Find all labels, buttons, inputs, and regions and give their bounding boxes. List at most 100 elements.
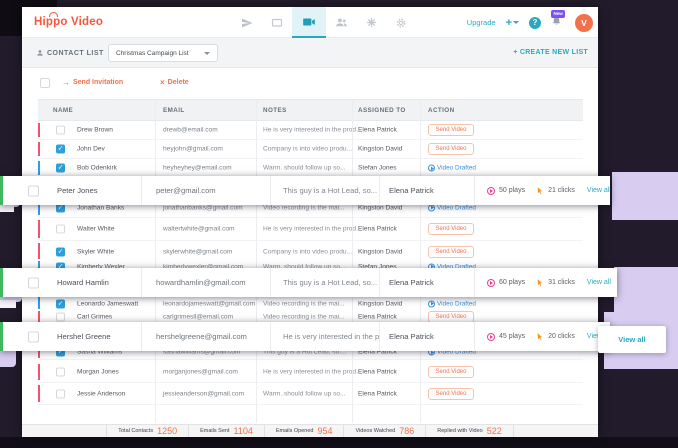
view-all-link[interactable]: View all [587,187,610,194]
contact-name: Leonardo Jameswatt [77,300,138,307]
upgrade-link[interactable]: Upgrade [467,18,496,27]
screen-icon[interactable] [262,7,292,38]
contact-notes: Video recording is the mai... [263,204,345,211]
help-button[interactable]: ? [529,17,541,29]
app-window: Hippo Video [22,7,598,437]
highlighted-contact-row[interactable]: Howard Hamlin howardhamlin@gmail.com Thi… [0,268,617,297]
row-checkbox[interactable] [56,299,65,308]
sub-header: CONTACT LIST Christmas Campaign List + C… [22,38,598,68]
play-circle-icon [428,204,435,211]
table-row[interactable]: Morgan Jones morganjones@gmail.com He is… [38,362,583,383]
table-row[interactable]: Jessie Anderson jessieanderson@gmail.com… [38,383,583,405]
plays-count: 45 plays [499,333,525,340]
table-row[interactable]: John Dev heyjohn@gmail.com Company is in… [38,140,583,159]
contact-notes: Company is into video produ... [263,249,352,256]
plays-icon [487,187,495,195]
send-video-button[interactable]: Send Video [428,246,474,258]
contacts-icon[interactable] [326,7,356,38]
contact-name: Skyler White [77,249,114,256]
contact-email: jonathanbanks@gmail.com [163,204,243,211]
row-checkbox[interactable] [28,277,39,288]
contact-notes: Warm..should follow up so... [263,390,346,397]
stat-replied-with-video: Replied with Video522 [426,425,514,437]
contact-assigned-to: Elena Patrick [380,322,475,351]
hippo-video-logo[interactable]: Hippo Video [34,16,103,28]
contact-notes: He is very interested in the prod... [263,369,362,376]
send-video-button[interactable]: Send Video [428,311,474,323]
video-camera-icon[interactable] [292,7,326,38]
row-checkbox[interactable] [28,331,39,342]
contact-name: Jonathan Banks [77,204,124,211]
clicks-icon [535,332,544,341]
contact-notes: This guy is a Hot Lead, so... [271,176,380,205]
row-checkbox[interactable] [56,248,65,257]
clicks-count: 20 clicks [548,333,575,340]
row-checkbox[interactable] [56,126,65,135]
contact-assigned-to: Stefan Jones [358,165,397,172]
contact-email: howardhamlin@gmail.com [142,268,271,297]
contact-name: Hershel Greene [57,332,111,341]
campaign-list-select[interactable]: Christmas Campaign List [108,44,218,62]
send-video-button[interactable]: Send Video [428,223,474,235]
contact-email: morganjones@gmail.com [163,369,238,376]
header-right-cluster: Upgrade + ? New V [467,7,593,38]
row-checkbox[interactable] [56,145,65,154]
notifications-bell[interactable]: New [551,15,565,31]
row-checkbox[interactable] [56,368,65,377]
contact-notes: He is very interested in the prod... [263,127,362,134]
delete-button[interactable]: ×Delete [160,79,189,86]
row-checkbox[interactable] [56,225,65,234]
column-divider [420,99,421,423]
contact-assigned-to: Elena Patrick [380,268,475,297]
contact-name: Drew Brown [77,127,113,134]
contact-email: peter@gmail.com [142,176,271,205]
new-badge: New [551,10,565,18]
send-video-button[interactable]: Send Video [428,388,474,400]
contact-name: Jessie Anderson [77,390,125,397]
stat-total-contacts: Total Contacts1250 [106,425,189,437]
integrations-icon[interactable] [356,7,386,38]
contact-name: Walter White [77,226,115,233]
contact-assigned-to: Elena Patrick [380,176,475,205]
clicks-icon [535,186,544,195]
background-fragment [0,205,14,212]
highlighted-contact-row[interactable]: Peter Jones peter@gmail.com This guy is … [0,176,610,205]
clicks-count: 21 clicks [548,187,575,194]
contact-name: John Dev [77,146,105,153]
contact-assigned-to: Elena Patrick [358,127,397,134]
video-drafted-link[interactable]: Video Drafted [428,300,476,307]
background-fragment [612,172,678,220]
user-avatar[interactable]: V [575,14,593,32]
contact-assigned-to: Elena Patrick [358,390,397,397]
hippo-icon [49,12,58,17]
view-all-link[interactable]: View all [587,279,611,286]
arrow-icon: → [62,79,70,86]
select-all-checkbox[interactable] [40,78,50,88]
send-video-button[interactable]: Send Video [428,143,474,155]
add-new-button[interactable]: + [506,18,519,28]
contact-email: waltertwhite@gmail.com [163,226,235,233]
view-all-tooltip[interactable]: View all [598,326,666,353]
row-checkbox[interactable] [56,312,65,321]
video-drafted-link[interactable]: Video Drafted [428,165,476,172]
send-icon[interactable] [232,7,262,38]
row-checkbox[interactable] [56,389,65,398]
contact-notes: Video recording is the mai... [263,313,345,320]
x-icon: × [160,79,165,86]
table-row[interactable]: Drew Brown drewb@email.com He is very in… [38,121,583,140]
settings-icon[interactable] [386,7,416,38]
column-header-action: ACTION [428,107,455,114]
send-invitation-button[interactable]: →Send Invitation [62,79,123,86]
send-video-button[interactable]: Send Video [428,366,474,378]
contact-assigned-to: Kingston David [358,146,402,153]
create-new-list-button[interactable]: + CREATE NEW LIST [513,49,588,56]
row-checkbox[interactable] [56,164,65,173]
clicks-count: 31 clicks [548,279,575,286]
background-fragment [614,267,678,312]
highlighted-contact-row[interactable]: Hershel Greene hershelgreene@gmail.com H… [0,322,610,351]
row-checkbox[interactable] [28,185,39,196]
table-row[interactable]: Walter White waltertwhite@gmail.com He i… [38,218,583,241]
video-drafted-link[interactable]: Video Drafted [428,204,476,211]
send-video-button[interactable]: Send Video [428,124,474,136]
contact-assigned-to: Elena Patrick [358,369,397,376]
